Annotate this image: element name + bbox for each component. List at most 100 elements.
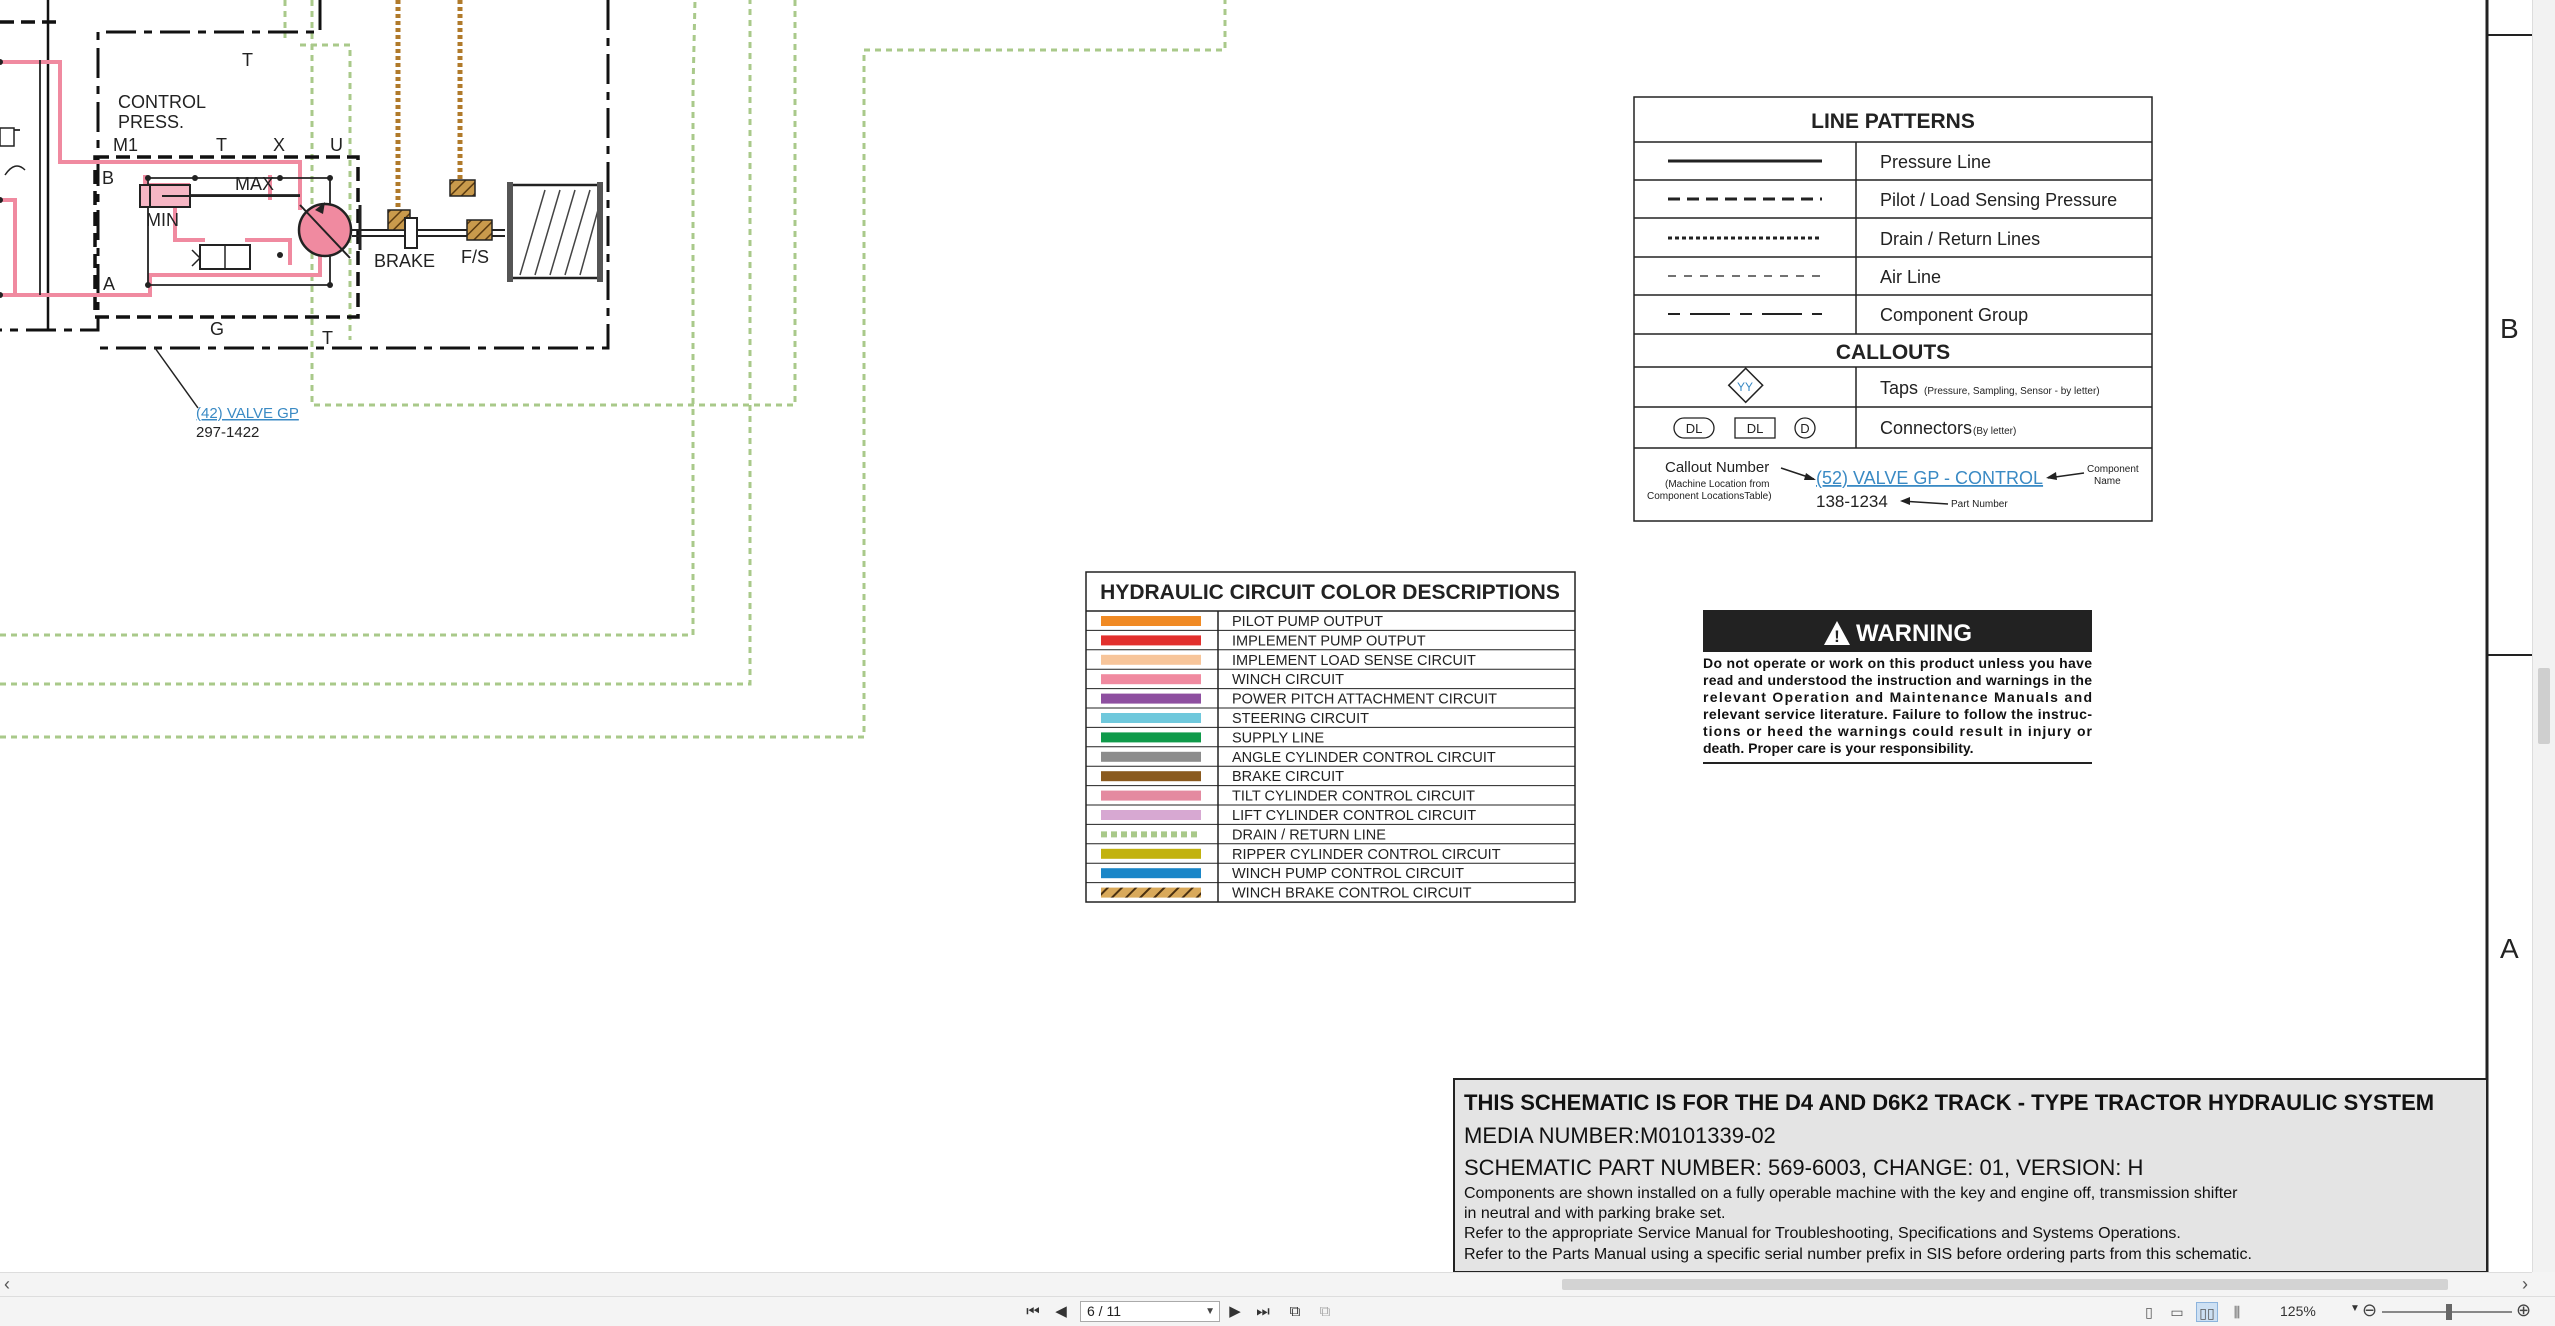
- connector-symbol-1: DL: [1686, 421, 1703, 436]
- legend-swatch: [1101, 616, 1201, 626]
- component-name-label-1: Component: [2087, 464, 2139, 475]
- horizontal-scroll-thumb[interactable]: [1562, 1279, 2448, 1290]
- connectors-label: Connectors: [1880, 418, 1972, 438]
- warning-line-1: Do not operate or work on this product u…: [1703, 655, 2092, 671]
- taps-label: Taps: [1880, 378, 1918, 398]
- legend-label: SUPPLY LINE: [1232, 730, 1324, 746]
- legend-label: WINCH BRAKE CONTROL CIRCUIT: [1232, 886, 1472, 902]
- scroll-left-icon[interactable]: ‹: [4, 1274, 10, 1295]
- legend-label: DRAIN / RETURN LINE: [1232, 827, 1386, 843]
- legend-label: POWER PITCH ATTACHMENT CIRCUIT: [1232, 692, 1497, 708]
- callout-note-2: Component LocationsTable): [1647, 491, 1772, 502]
- pattern-label-air: Air Line: [1880, 267, 1941, 287]
- zoom-dropdown-icon[interactable]: ▼: [2350, 1303, 2360, 1314]
- single-page-view-icon[interactable]: ▯: [2138, 1302, 2160, 1322]
- legend-label: STEERING CIRCUIT: [1232, 711, 1369, 727]
- color-legend: HYDRAULIC CIRCUIT COLOR DESCRIPTIONS PIL…: [1085, 571, 1576, 903]
- scroll-right-icon[interactable]: ›: [2522, 1274, 2528, 1295]
- valve-gp-part-number: 297-1422: [196, 424, 259, 441]
- zone-marker-a: A: [2500, 933, 2519, 964]
- control-press-label-1: CONTROL: [118, 92, 206, 112]
- title-block-heading: THIS SCHEMATIC IS FOR THE D4 AND D6K2 TR…: [1464, 1090, 2434, 1115]
- two-page-view-icon[interactable]: ▯▯: [2196, 1302, 2218, 1322]
- callout-note-1: (Machine Location from: [1665, 479, 1770, 490]
- zoom-slider-handle[interactable]: [2446, 1304, 2452, 1320]
- pilot-lines: [0, 0, 360, 330]
- callout-number-label: Callout Number: [1665, 459, 1769, 476]
- pattern-label-pilot: Pilot / Load Sensing Pressure: [1880, 190, 2117, 210]
- legend-label: WINCH PUMP CONTROL CIRCUIT: [1232, 866, 1464, 882]
- title-block-note-4: Refer to the Parts Manual using a specif…: [1464, 1246, 2252, 1263]
- color-legend-title: HYDRAULIC CIRCUIT COLOR DESCRIPTIONS: [1100, 581, 1560, 604]
- title-block-note-1: Components are shown installed on a full…: [1464, 1185, 2238, 1202]
- pattern-label-drain: Drain / Return Lines: [1880, 229, 2040, 249]
- legend-label: PILOT PUMP OUTPUT: [1232, 614, 1383, 630]
- legend-swatch: [1101, 771, 1201, 782]
- valve-gp-callout-link[interactable]: (42) VALVE GP: [196, 405, 299, 422]
- legend-label: LIFT CYLINDER CONTROL CIRCUIT: [1232, 808, 1476, 824]
- page-number-input[interactable]: 6 / 11 ▼: [1080, 1301, 1220, 1322]
- part-number-label: Part Number: [1951, 499, 2008, 510]
- callouts-title: CALLOUTS: [1836, 341, 1950, 364]
- schematic-page[interactable]: CONTROL PRESS. M1 T T X U B A G T MIN MA…: [0, 0, 2532, 1272]
- first-page-icon[interactable]: ⏮: [1022, 1302, 1044, 1322]
- max-label: MAX: [235, 174, 274, 194]
- fit-width-icon[interactable]: ⧉: [1314, 1302, 1336, 1322]
- tap-symbol-text: YY: [1737, 380, 1753, 394]
- warning-line-2: read and understood the instruction and …: [1703, 672, 2092, 688]
- fs-label: F/S: [461, 247, 489, 267]
- warning-line-6: death. Proper care is your responsibilit…: [1703, 740, 1974, 756]
- vertical-scrollbar[interactable]: [2532, 0, 2555, 1272]
- next-page-icon[interactable]: ▶: [1224, 1302, 1246, 1322]
- min-label: MIN: [146, 210, 179, 230]
- legend-swatch: [1101, 790, 1201, 801]
- fs-symbol: [466, 219, 493, 241]
- zoom-out-icon[interactable]: ⊖: [2362, 1300, 2377, 1321]
- t-top-label: T: [242, 50, 253, 70]
- legend-label: IMPLEMENT LOAD SENSE CIRCUIT: [1232, 653, 1476, 669]
- title-block-note-3: Refer to the appropriate Service Manual …: [1464, 1225, 2181, 1242]
- legend-swatch: [1101, 693, 1201, 704]
- title-block-media: MEDIA NUMBER:M0101339-02: [1464, 1123, 1776, 1148]
- pattern-label-pressure: Pressure Line: [1880, 152, 1991, 172]
- legend-swatch: [1101, 713, 1201, 723]
- fit-page-icon[interactable]: ⧉: [1284, 1302, 1306, 1322]
- warning-block: ! WARNING Do not operate or work on this…: [1703, 610, 2093, 764]
- callout-example-link[interactable]: (52) VALVE GP - CONTROL: [1816, 468, 2043, 488]
- zoom-level[interactable]: 125%: [2280, 1303, 2350, 1319]
- b-port-label: B: [102, 168, 114, 188]
- scrollbar-corner: [2532, 1272, 2555, 1296]
- bottom-toolbar: ⏮ ◀ 6 / 11 ▼ ▶ ⏭ ⧉ ⧉ ▯ ▭ ▯▯ ⫼ 125% ▼ ⊖ ⊕: [0, 1296, 2555, 1326]
- two-page-continuous-view-icon[interactable]: ⫼: [2226, 1302, 2248, 1322]
- previous-page-icon[interactable]: ◀: [1050, 1302, 1072, 1322]
- chevron-down-icon[interactable]: ▼: [1205, 1302, 1215, 1321]
- zone-marker-b: B: [2500, 313, 2519, 344]
- connector-symbol-2: DL: [1747, 421, 1764, 436]
- connector-symbol-3: D: [1800, 421, 1809, 436]
- callout-example-part: 138-1234: [1816, 492, 1888, 511]
- legend-swatch: [1101, 654, 1201, 665]
- warning-title: WARNING: [1856, 620, 1972, 647]
- horizontal-scrollbar[interactable]: ‹ ›: [0, 1272, 2532, 1296]
- u-port-label: U: [330, 135, 343, 155]
- title-block-part: SCHEMATIC PART NUMBER: 569-6003, CHANGE:…: [1464, 1155, 2143, 1180]
- warning-line-3: relevant Operation and Maintenance Manua…: [1703, 689, 2092, 705]
- control-press-label-2: PRESS.: [118, 112, 184, 132]
- m1-port-label: M1: [113, 135, 138, 155]
- schematic-drawing: CONTROL PRESS. M1 T T X U B A G T MIN MA…: [0, 0, 2532, 1272]
- pdf-viewer: CONTROL PRESS. M1 T T X U B A G T MIN MA…: [0, 0, 2555, 1326]
- continuous-view-icon[interactable]: ▭: [2166, 1302, 2188, 1322]
- vertical-scroll-thumb[interactable]: [2538, 668, 2550, 744]
- legend-swatch: [1101, 848, 1201, 859]
- brake-label: BRAKE: [374, 251, 435, 271]
- connectors-note: (By letter): [1973, 426, 2016, 437]
- g-port-label: G: [210, 319, 224, 339]
- legend-label: BRAKE CIRCUIT: [1232, 769, 1344, 785]
- svg-text:!: !: [1834, 627, 1840, 646]
- pattern-label-component-group: Component Group: [1880, 305, 2028, 325]
- warning-line-4: relevant service literature. Failure to …: [1703, 706, 2092, 722]
- t-port-label: T: [216, 135, 227, 155]
- zoom-in-icon[interactable]: ⊕: [2516, 1300, 2531, 1321]
- legend-swatch: [1101, 732, 1201, 743]
- last-page-icon[interactable]: ⏭: [1252, 1302, 1274, 1322]
